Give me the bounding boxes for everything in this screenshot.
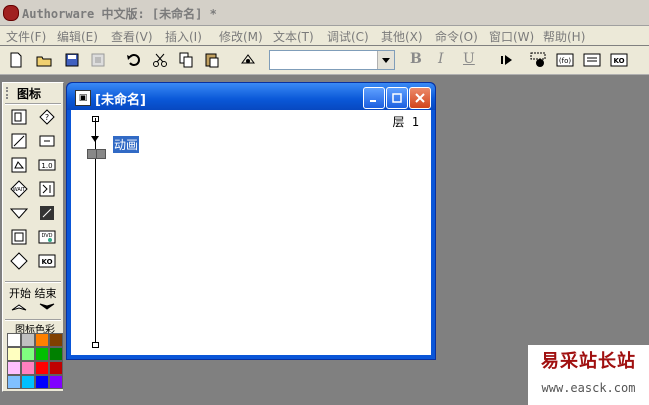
font-select[interactable] (269, 50, 395, 70)
menu-insert[interactable]: 插入(I) (165, 28, 202, 45)
watermark-title: 易采站长站 (541, 351, 636, 372)
animation-icon[interactable] (87, 149, 106, 159)
svg-text:KO: KO (41, 258, 52, 266)
color-swatch[interactable] (7, 361, 21, 375)
variables-icon[interactable] (582, 50, 602, 70)
interaction-icon[interactable] (37, 179, 57, 199)
menu-view[interactable]: 查看(V) (111, 28, 153, 45)
palette-grip[interactable] (6, 87, 11, 99)
menu-other[interactable]: 其他(X) (381, 28, 423, 45)
design-window-title: [未命名] (95, 93, 146, 108)
color-swatch[interactable] (49, 375, 63, 389)
color-swatch[interactable] (35, 361, 49, 375)
color-swatch[interactable] (21, 347, 35, 361)
start-flag-icon[interactable] (9, 297, 29, 317)
menu-edit[interactable]: 编辑(E) (57, 28, 98, 45)
ko-icon[interactable]: KO (37, 251, 57, 271)
map-icon[interactable] (37, 203, 57, 223)
icon-palette: 图标 ? 1.0 WAIT DVD KO 开始 结束 图标色彩 (2, 82, 64, 392)
knowledge-objects-icon[interactable]: KO (609, 50, 629, 70)
color-swatch[interactable] (7, 375, 21, 389)
app-title: Authorware 中文版: [未命名] * (22, 7, 217, 21)
close-button[interactable] (409, 87, 431, 109)
watermark-url: www.easck.com (541, 381, 636, 395)
menu-window[interactable]: 窗口(W) (489, 28, 534, 45)
svg-text:?: ? (45, 113, 49, 122)
svg-text:(fo): (fo) (559, 57, 571, 65)
display-icon[interactable] (9, 107, 29, 127)
palette-title: 图标 (17, 87, 42, 101)
svg-text:1.0: 1.0 (41, 162, 52, 170)
motion-icon[interactable]: ? (37, 107, 57, 127)
italic-button[interactable]: I (438, 51, 444, 67)
color-swatch[interactable] (21, 361, 35, 375)
design-window-title-bar[interactable]: ▣ [未命名] (67, 83, 435, 110)
svg-text:KO: KO (613, 57, 624, 65)
wait-icon[interactable] (37, 131, 57, 151)
color-swatch[interactable] (35, 347, 49, 361)
sound-icon[interactable] (9, 251, 29, 271)
menu-commands[interactable]: 命令(O) (435, 28, 478, 45)
find-icon[interactable] (238, 50, 258, 70)
new-file-icon[interactable] (6, 50, 26, 70)
maximize-button[interactable] (386, 87, 408, 109)
design-window: ▣ [未命名] 层 1 动画 (66, 82, 436, 360)
authorware-app-icon (3, 5, 19, 21)
undo-icon[interactable] (124, 50, 144, 70)
color-swatch[interactable] (35, 375, 49, 389)
design-window-icon: ▣ (75, 90, 91, 106)
framework-icon[interactable]: 1.0 (37, 155, 57, 175)
flowline-end-handle[interactable] (92, 342, 99, 348)
import-icon[interactable] (88, 50, 108, 70)
calculation-icon[interactable] (9, 203, 29, 223)
watermark: 易采站长站 www.easck.com (528, 345, 649, 405)
cut-icon[interactable] (150, 50, 170, 70)
animation-icon-frame (96, 149, 106, 159)
flowline-canvas[interactable]: 层 1 动画 (71, 110, 431, 355)
color-swatch[interactable] (49, 361, 63, 375)
control-panel-icon[interactable] (528, 50, 548, 70)
svg-text:DVD: DVD (41, 233, 52, 239)
layer-label: 层 1 (392, 115, 419, 129)
navigate-icon[interactable] (9, 155, 29, 175)
svg-text:WAIT: WAIT (13, 187, 27, 193)
save-all-icon[interactable] (62, 50, 82, 70)
divider (5, 103, 61, 105)
color-swatch[interactable] (49, 347, 63, 361)
chevron-down-icon[interactable] (377, 51, 394, 69)
underline-button[interactable]: U (463, 51, 475, 67)
menu-file[interactable]: 文件(F) (6, 28, 46, 45)
color-swatch[interactable] (21, 333, 35, 347)
erase-icon[interactable] (9, 131, 29, 151)
run-icon[interactable] (497, 50, 517, 70)
toolbar: B I U (fo) KO (0, 46, 649, 75)
end-flag-icon[interactable] (37, 297, 57, 317)
app-title-bar: Authorware 中文版: [未命名] * (0, 0, 649, 26)
flowline-arrow (91, 136, 99, 142)
color-swatch[interactable] (35, 333, 49, 347)
bold-button[interactable]: B (410, 51, 422, 67)
menu-bar: 文件(F) 编辑(E) 查看(V) 插入(I) 修改(M) 文本(T) 调试(C… (0, 26, 649, 45)
digital-movie-icon[interactable] (9, 227, 29, 247)
paste-icon[interactable] (202, 50, 222, 70)
animation-icon-label[interactable]: 动画 (113, 136, 140, 153)
divider (5, 281, 61, 283)
open-folder-icon[interactable] (34, 50, 54, 70)
minimize-button[interactable] (363, 87, 385, 109)
color-swatch[interactable] (7, 347, 21, 361)
color-swatch[interactable] (7, 333, 21, 347)
color-swatch[interactable] (49, 333, 63, 347)
decision-icon[interactable]: WAIT (9, 179, 29, 199)
menu-help[interactable]: 帮助(H) (543, 28, 585, 45)
menu-debug[interactable]: 调试(C) (327, 28, 369, 45)
functions-icon[interactable]: (fo) (555, 50, 575, 70)
dvd-icon[interactable]: DVD (37, 227, 57, 247)
menu-modify[interactable]: 修改(M) (219, 28, 263, 45)
menu-text[interactable]: 文本(T) (273, 28, 314, 45)
color-swatch[interactable] (21, 375, 35, 389)
copy-icon[interactable] (176, 50, 196, 70)
